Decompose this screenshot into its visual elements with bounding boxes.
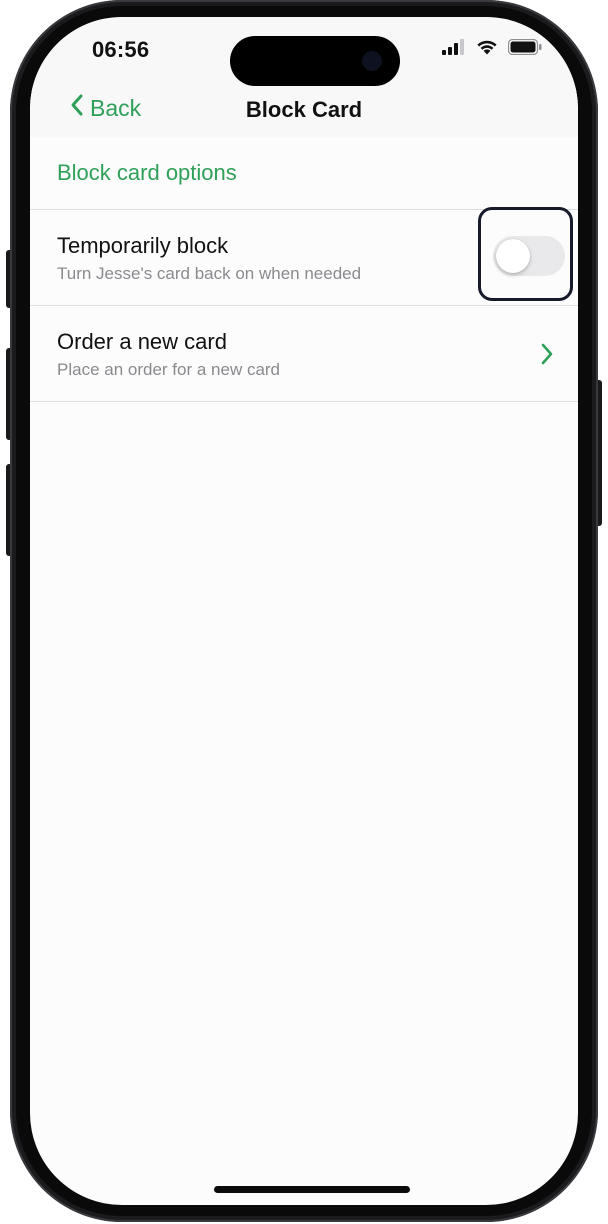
section-header: Block card options (30, 137, 578, 210)
option-subtitle: Turn Jesse's card back on when needed (57, 264, 362, 283)
dynamic-island (230, 36, 400, 86)
toggle-knob (496, 239, 530, 273)
status-icons (442, 38, 542, 60)
wifi-icon (476, 39, 498, 60)
option-order-new-card[interactable]: Order a new card Place an order for a ne… (30, 306, 578, 402)
chevron-right-icon (540, 342, 554, 371)
front-camera-icon (362, 51, 382, 71)
navigation-bar: Back Block Card (30, 87, 578, 137)
cellular-signal-icon (442, 39, 466, 60)
section-header-label: Block card options (57, 160, 237, 185)
battery-icon (507, 38, 542, 60)
option-title: Order a new card (57, 329, 227, 354)
temporarily-block-toggle[interactable] (493, 236, 565, 276)
app-screen: 06:56 Back Block Card Block card options… (30, 17, 578, 1205)
option-title: Temporarily block (57, 233, 229, 258)
home-indicator[interactable] (214, 1186, 410, 1193)
device-stage: 06:56 Back Block Card Block card options… (0, 0, 608, 1224)
option-subtitle: Place an order for a new card (57, 360, 281, 379)
status-time: 06:56 (92, 37, 150, 62)
page-title: Block Card (245, 97, 363, 122)
